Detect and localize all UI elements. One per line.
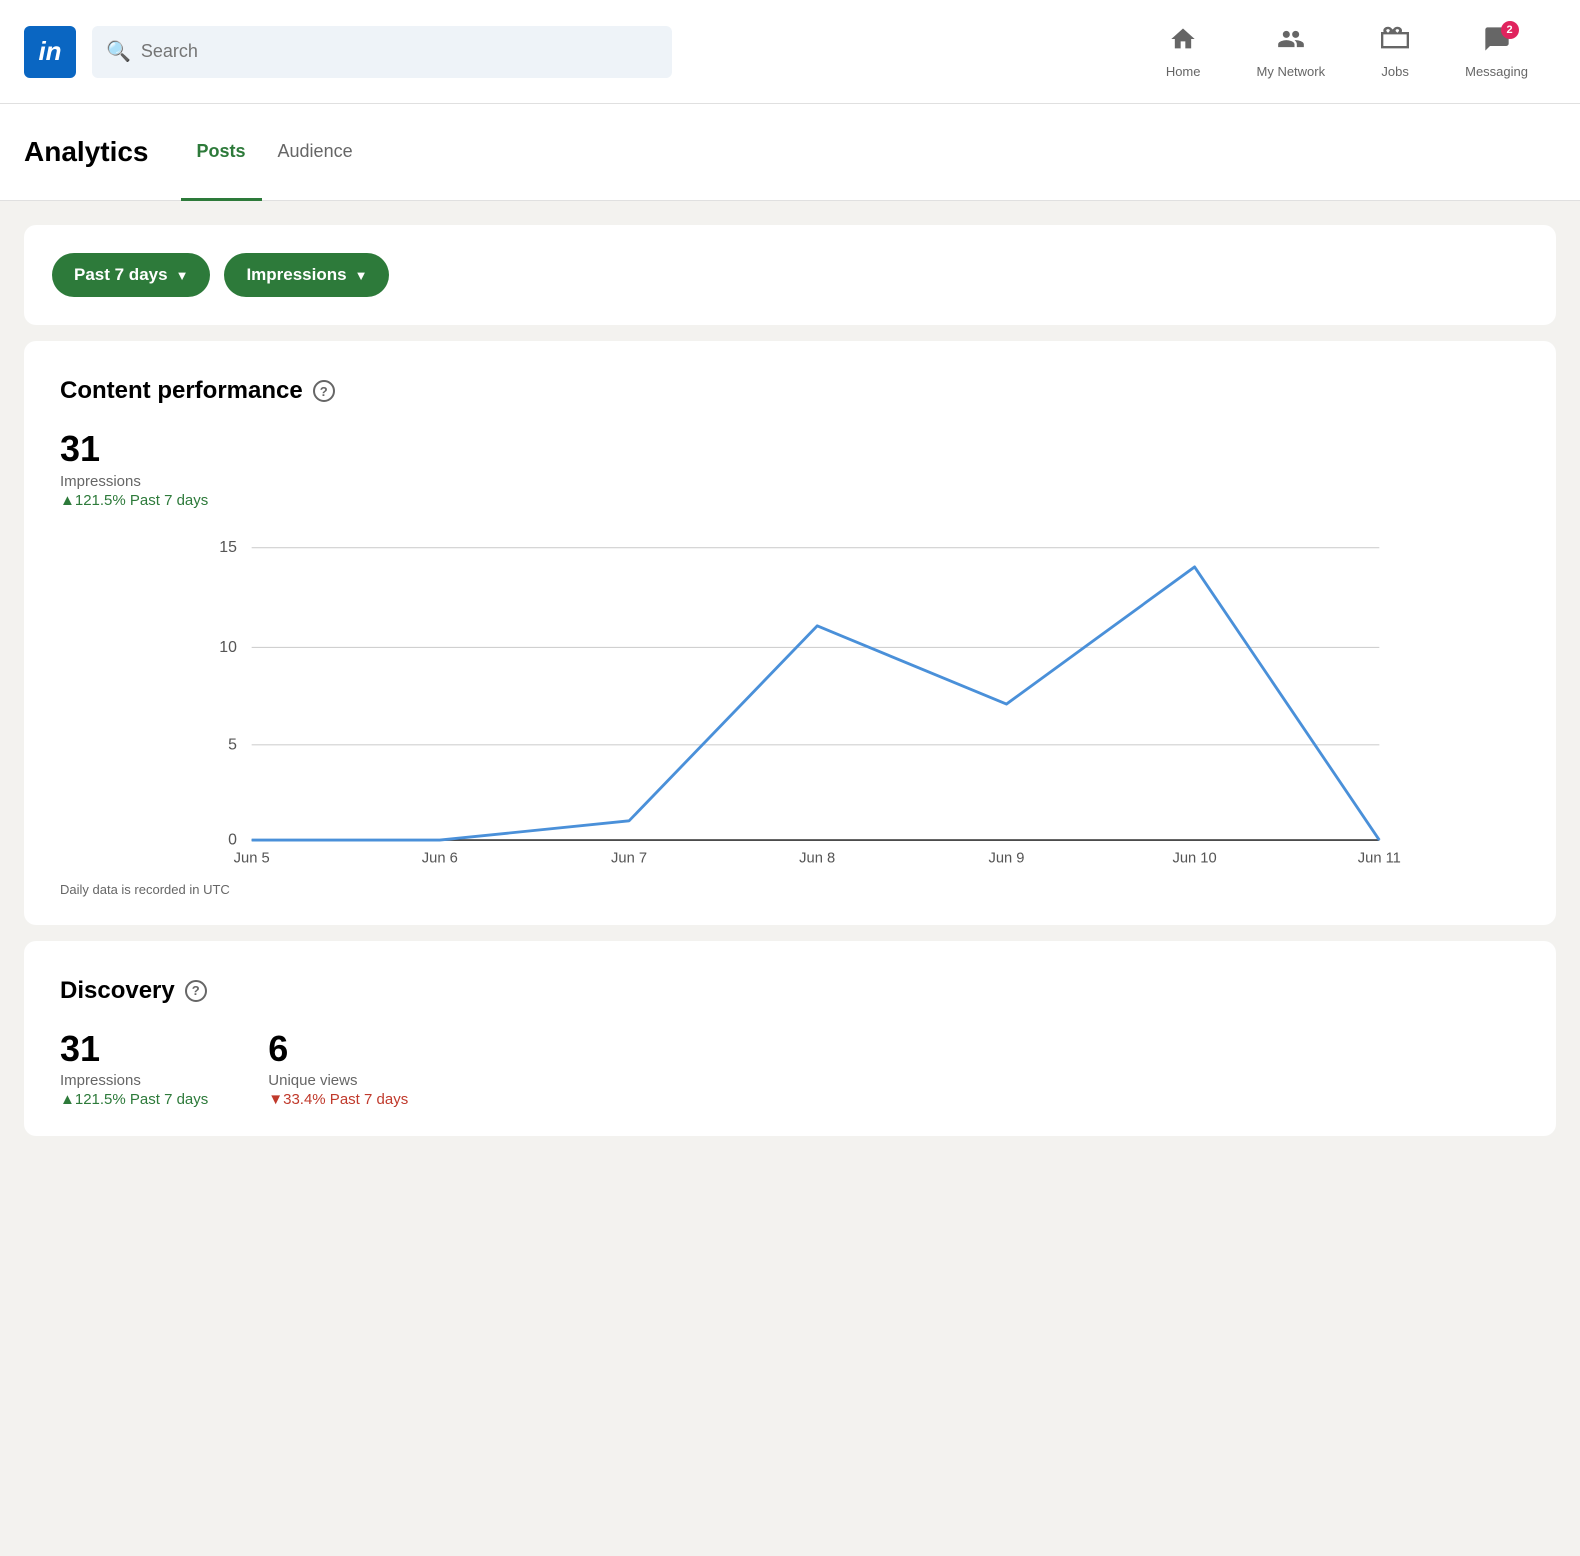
discovery-unique-views-change: ▼33.4% Past 7 days [268, 1091, 408, 1108]
impressions-change: ▲121.5% Past 7 days [60, 492, 1520, 509]
discovery-unique-views-label: Unique views [268, 1072, 408, 1089]
nav-item-my-network[interactable]: My Network [1229, 0, 1354, 104]
discovery-metrics: 31 Impressions ▲121.5% Past 7 days 6 Uni… [60, 1029, 1520, 1109]
content-performance-title: Content performance ? [60, 377, 1520, 405]
discovery-help-icon[interactable]: ? [185, 980, 207, 1002]
discovery-impressions: 31 Impressions ▲121.5% Past 7 days [60, 1029, 208, 1109]
messaging-icon: 2 [1483, 25, 1511, 60]
content-performance-help-icon[interactable]: ? [313, 380, 335, 402]
nav-label-jobs: Jobs [1381, 64, 1408, 79]
sub-nav: Analytics Posts Audience [0, 104, 1580, 201]
main-content: Past 7 days ▼ Impressions ▼ Content perf… [0, 201, 1580, 1176]
nav-item-home[interactable]: Home [1138, 0, 1229, 104]
header: in 🔍 Home My Network Jobs [0, 0, 1580, 104]
nav-label-home: Home [1166, 64, 1201, 79]
content-performance-section: Content performance ? 31 Impressions ▲12… [24, 341, 1556, 925]
tab-posts[interactable]: Posts [181, 104, 262, 201]
search-input[interactable] [141, 41, 658, 62]
svg-text:15: 15 [219, 539, 237, 556]
chart-container: 15 10 5 0 Jun 5 Jun 6 [60, 525, 1520, 870]
messaging-badge: 2 [1501, 21, 1519, 39]
page-title: Analytics [24, 136, 149, 168]
discovery-unique-views-value: 6 [268, 1029, 408, 1069]
svg-text:10: 10 [219, 639, 237, 656]
home-icon [1169, 25, 1197, 60]
discovery-section: Discovery ? 31 Impressions ▲121.5% Past … [24, 941, 1556, 1137]
metric-filter[interactable]: Impressions ▼ [224, 253, 389, 297]
discovery-impressions-value: 31 [60, 1029, 208, 1069]
svg-text:Jun 8: Jun 8 [799, 850, 835, 864]
nav-item-messaging[interactable]: 2 Messaging [1437, 0, 1556, 104]
nav-item-jobs[interactable]: Jobs [1353, 0, 1437, 104]
svg-text:Jun 6: Jun 6 [422, 850, 458, 864]
main-nav: Home My Network Jobs 2 Messaging [1138, 0, 1556, 104]
svg-text:0: 0 [228, 831, 237, 848]
svg-text:Jun 11: Jun 11 [1358, 850, 1401, 864]
time-range-chevron: ▼ [176, 268, 189, 283]
nav-label-my-network: My Network [1257, 64, 1326, 79]
svg-text:Jun 9: Jun 9 [988, 850, 1024, 864]
tab-audience[interactable]: Audience [262, 104, 369, 201]
nav-label-messaging: Messaging [1465, 64, 1528, 79]
svg-text:5: 5 [228, 736, 237, 753]
my-network-icon [1277, 25, 1305, 60]
search-bar[interactable]: 🔍 [92, 26, 672, 78]
search-icon: 🔍 [106, 39, 131, 64]
chart-footer: Daily data is recorded in UTC [60, 882, 1520, 897]
impressions-label: Impressions [60, 473, 1520, 490]
line-chart: 15 10 5 0 Jun 5 Jun 6 [60, 525, 1520, 865]
time-range-filter[interactable]: Past 7 days ▼ [52, 253, 210, 297]
linkedin-logo[interactable]: in [24, 26, 76, 78]
impressions-value: 31 [60, 429, 1520, 469]
discovery-title: Discovery ? [60, 977, 1520, 1005]
discovery-impressions-change: ▲121.5% Past 7 days [60, 1091, 208, 1108]
svg-text:Jun 10: Jun 10 [1172, 850, 1216, 864]
discovery-impressions-label: Impressions [60, 1072, 208, 1089]
discovery-unique-views: 6 Unique views ▼33.4% Past 7 days [268, 1029, 408, 1109]
metric-chevron: ▼ [355, 268, 368, 283]
filter-bar: Past 7 days ▼ Impressions ▼ [24, 225, 1556, 325]
svg-text:Jun 7: Jun 7 [611, 850, 647, 864]
svg-text:Jun 5: Jun 5 [234, 850, 270, 864]
jobs-icon [1381, 25, 1409, 60]
